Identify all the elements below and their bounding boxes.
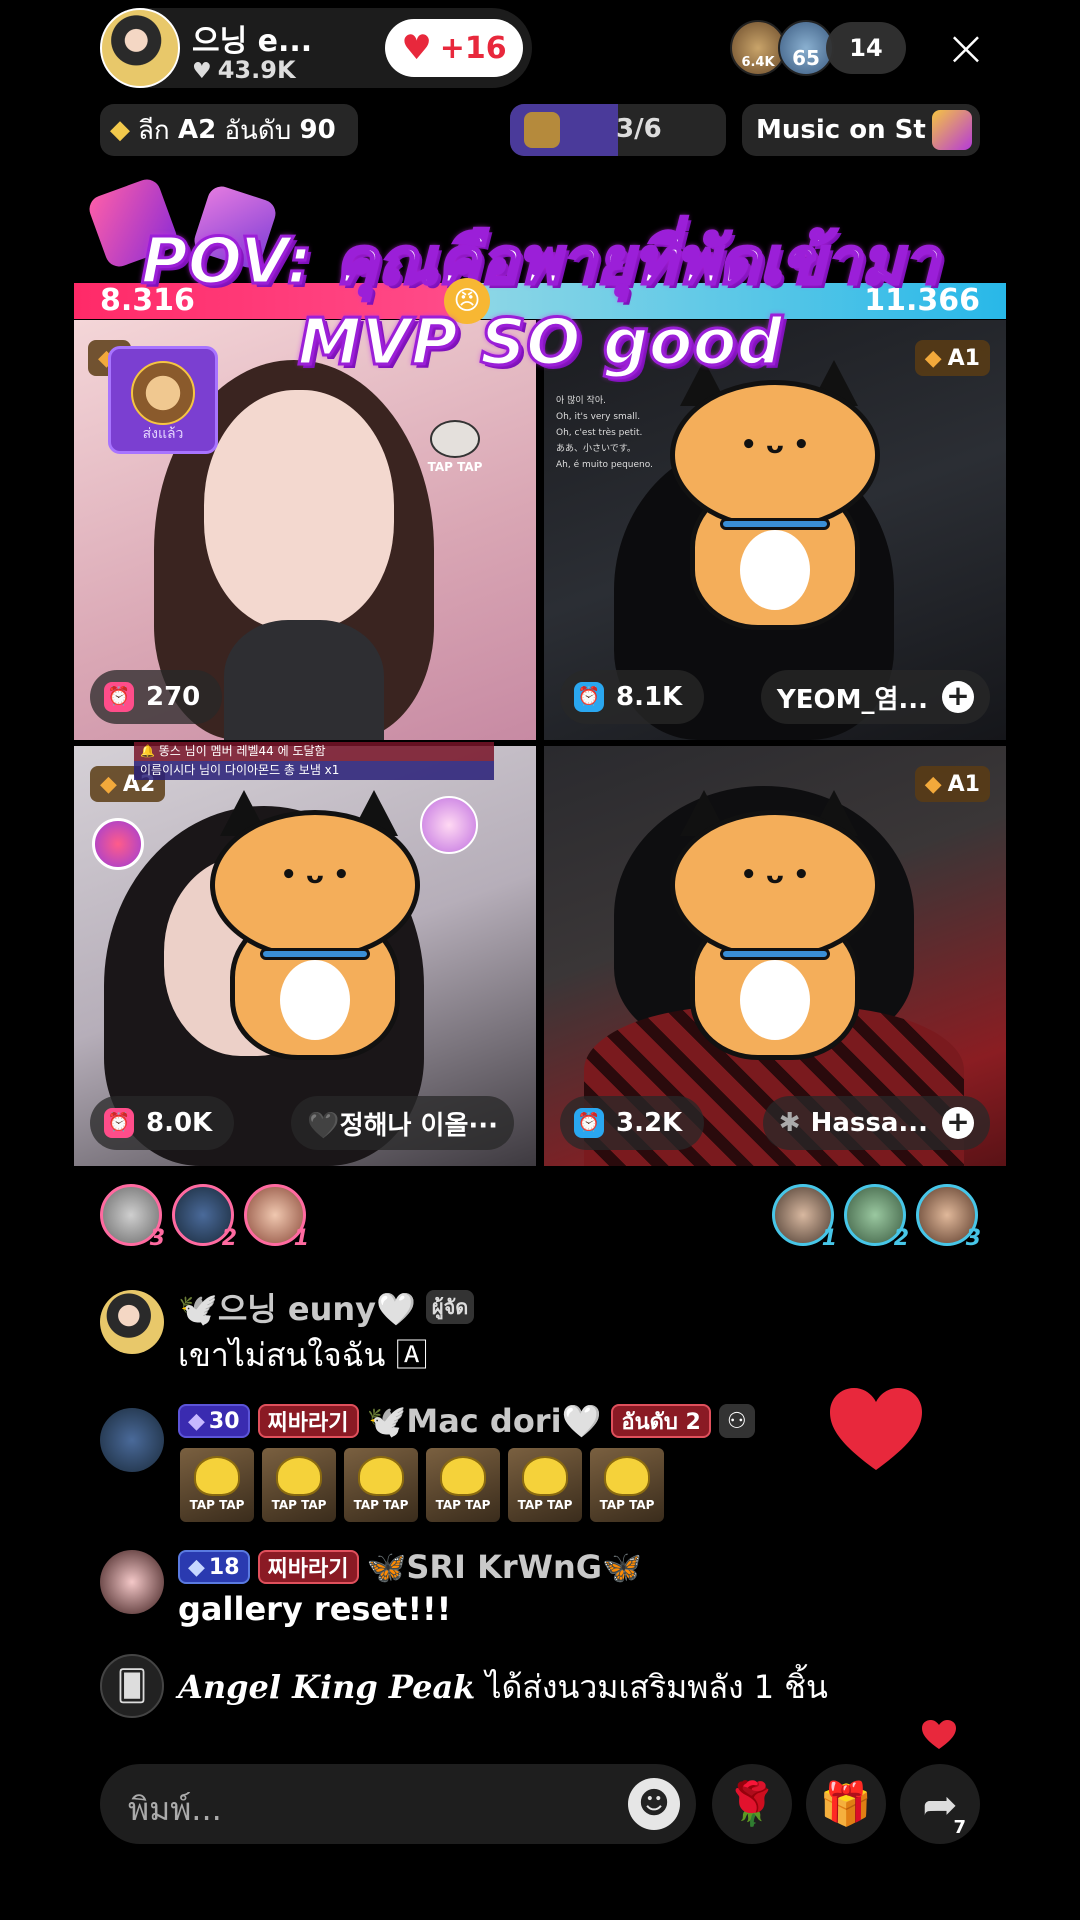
guest-name[interactable]: 🖤정해나 이올··· <box>291 1096 514 1150</box>
comment-message: gallery reset!!! <box>178 1590 452 1628</box>
contributor-avatar[interactable]: 2 <box>844 1184 909 1251</box>
rank-tag: อันดับ 2 <box>611 1404 711 1438</box>
alarm-icon: ⏰ <box>574 682 604 712</box>
system-message-text: ได้ส่งนวมเสริมพลัง 1 ชิ้น <box>475 1668 828 1706</box>
comment-input[interactable]: พิมพ์... ☻ <box>100 1764 696 1844</box>
fan-badge: 찌바라기 <box>257 1404 359 1438</box>
gift-icon: 🎁 <box>819 1779 873 1828</box>
contributor-avatar[interactable]: 1 <box>772 1184 837 1251</box>
round-text: 3/6 <box>616 114 662 144</box>
comment-placeholder: พิมพ์... <box>128 1790 222 1828</box>
host-tag: ผู้จัด <box>425 1290 475 1324</box>
share-button[interactable]: ➦ 7 <box>900 1764 980 1844</box>
tile-score: ⏰ 8.0K <box>90 1096 235 1150</box>
round-icon <box>524 112 560 148</box>
follow-button[interactable]: + <box>942 681 974 713</box>
guest-name[interactable]: YEOM_염... + <box>760 670 990 724</box>
pikachu-icon <box>194 1456 240 1496</box>
host-likes-count: 43.9K <box>217 56 296 84</box>
heart-icon: ♥ <box>192 59 212 84</box>
league-pill[interactable]: ◆ ลีก A2 อันดับ 90 <box>100 104 358 156</box>
level-badge: ◆ 30 <box>178 1404 250 1438</box>
person-top <box>224 620 384 740</box>
follow-button[interactable]: + <box>942 1107 974 1139</box>
alarm-icon: ⏰ <box>104 682 134 712</box>
gift-thumb: TAP TAP <box>262 1448 336 1522</box>
alarm-icon: ⏰ <box>104 1108 134 1138</box>
comment-header: ◆ 18 찌바라기 🦋SRI KrWnG🦋 <box>178 1548 642 1586</box>
gift-thumb: TAP TAP <box>426 1448 500 1522</box>
add-friend-icon[interactable]: ⚇ <box>718 1404 755 1438</box>
gift-thumb: TAP TAP <box>344 1448 418 1522</box>
avatar[interactable] <box>100 1290 164 1354</box>
alarm-icon: ⏰ <box>574 1108 604 1138</box>
tile-score: ⏰ 8.1K <box>560 670 705 724</box>
host-likes: ♥ 43.9K <box>192 56 296 84</box>
gift-thumb: TAP TAP <box>590 1448 664 1522</box>
rose-button[interactable]: 🌹 <box>712 1764 792 1844</box>
tile-score: ⏰ 270 <box>90 670 223 724</box>
pikachu-icon <box>604 1456 650 1496</box>
gift-thumb: TAP TAP <box>508 1448 582 1522</box>
emoji-button[interactable]: ☻ <box>628 1778 680 1830</box>
like-button[interactable]: ♥ +16 <box>385 19 523 77</box>
close-icon: × <box>945 19 987 77</box>
contributor-avatar[interactable]: 1 <box>244 1184 309 1251</box>
contributor-avatar[interactable]: 2 <box>172 1184 237 1251</box>
round-pill[interactable]: 3/6 <box>510 104 726 156</box>
subtitle-lines: 아 많이 작아. Oh, it's very small. Oh, c'est … <box>556 396 653 470</box>
heart-icon: ♥ <box>401 28 432 68</box>
username[interactable]: 🦋SRI KrWnG🦋 <box>367 1548 642 1586</box>
music-pill[interactable]: Music on St <box>742 104 980 156</box>
cat-sticker: • ᴗ • <box>660 790 890 1060</box>
guest-name[interactable]: ✱ Hassa... + <box>762 1096 990 1150</box>
pikachu-icon <box>276 1456 322 1496</box>
fan-badge: 찌바라기 <box>257 1550 359 1584</box>
share-arrow-icon: ➦ <box>922 1779 958 1829</box>
person-face <box>204 390 394 630</box>
small-heart-icon <box>922 1720 956 1749</box>
rank-badge: ◆ A1 <box>914 766 990 802</box>
contributor-avatar[interactable]: 3 <box>916 1184 981 1251</box>
host-avatar[interactable] <box>100 8 180 88</box>
username[interactable]: 🕊️으닝 euny🤍 <box>178 1284 416 1330</box>
tap-tap-sticker: TAP TAP <box>420 420 490 474</box>
floating-heart-icon <box>830 1388 922 1470</box>
gift-card-icon: 🂠 <box>100 1654 164 1718</box>
comment-header: ◆ 30 찌바라기 🕊️Mac dori🤍 อันดับ 2 ⚇ <box>178 1402 763 1440</box>
comment-header: 🕊️으닝 euny🤍 ผู้จัด <box>178 1284 482 1330</box>
pikachu-icon <box>358 1456 404 1496</box>
smiley-icon: ☻ <box>638 1786 670 1821</box>
rose-icon: 🌹 <box>725 1779 779 1828</box>
close-button[interactable]: × <box>940 22 992 74</box>
overlay-subtitle: MVP SO good <box>296 305 784 382</box>
avatar[interactable] <box>100 1550 164 1614</box>
spider-web-icon: ✱ <box>778 1108 801 1138</box>
gift-button[interactable]: 🎁 <box>806 1764 886 1844</box>
system-message-giver[interactable]: Angel King Peak <box>178 1668 475 1706</box>
like-button-label: +16 <box>439 30 507 66</box>
pikachu-icon <box>440 1456 486 1496</box>
comment-message: เขาไม่สนใจฉัน 🄰 <box>178 1336 428 1374</box>
avatar[interactable] <box>100 1408 164 1472</box>
boost-icon[interactable] <box>92 818 144 870</box>
music-star-icon <box>932 110 972 150</box>
share-count: 7 <box>953 1817 966 1838</box>
tile-score: ⏰ 3.2K <box>560 1096 705 1150</box>
host-pill[interactable]: 으닝 e... ♥ 43.9K ♥ +16 <box>100 8 532 88</box>
level-badge: ◆ 18 <box>178 1550 250 1584</box>
viewer-count[interactable]: 14 <box>826 22 906 74</box>
diamond-icon: ◆ <box>110 115 130 145</box>
cat-sticker: • ᴗ • <box>660 360 890 630</box>
system-message: Angel King Peak ได้ส่งนวมเสริมพลัง 1 ชิ้… <box>178 1662 828 1713</box>
notice-strip: 🔔 똥스 님이 멤버 레벨44 에 도달함 이름이시다 님이 다이아몬드 총 보… <box>134 742 494 782</box>
pikachu-icon <box>522 1456 568 1496</box>
host-name: 으닝 e... <box>192 24 313 59</box>
bird-icon <box>430 420 480 458</box>
cat-sticker: • ᴗ • <box>200 790 430 1060</box>
contributor-avatar[interactable]: 3 <box>100 1184 165 1251</box>
overlay-title: POV: คุณคือพายุที่พัดเข้ามา <box>139 224 940 301</box>
gift-thumb: TAP TAP <box>180 1448 254 1522</box>
username[interactable]: 🕊️Mac dori🤍 <box>367 1402 602 1440</box>
